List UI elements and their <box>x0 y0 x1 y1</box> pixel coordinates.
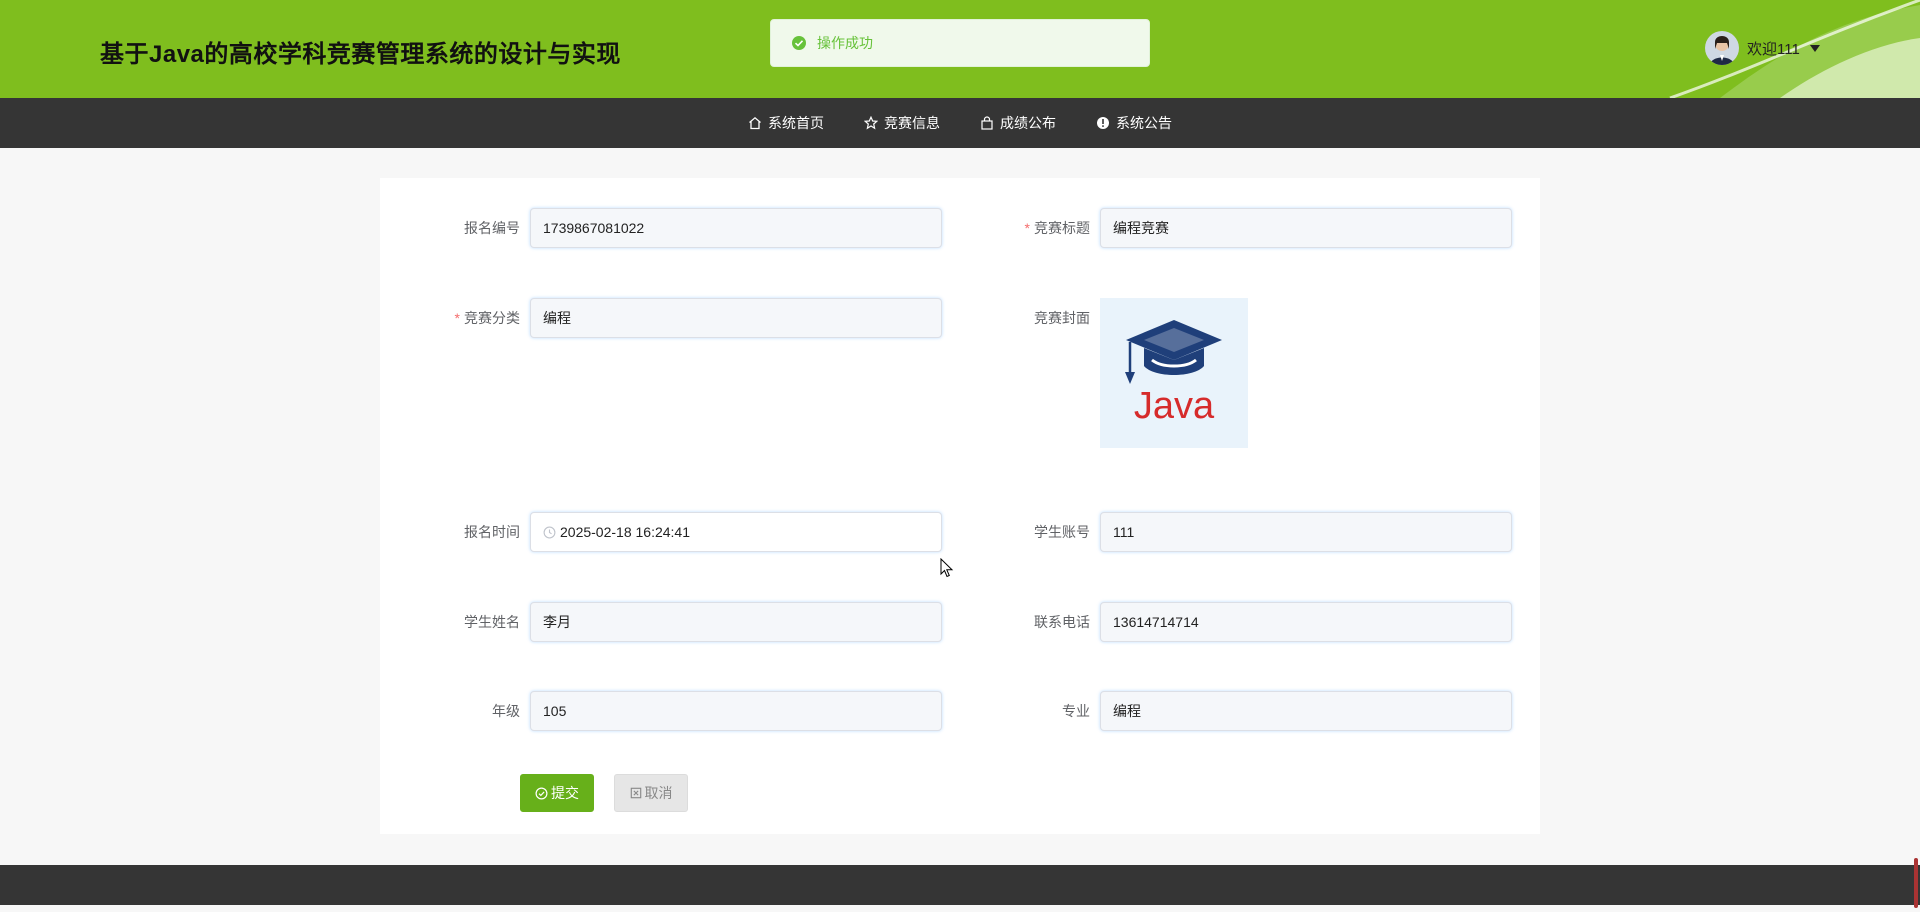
major-input[interactable]: 编程 <box>1100 691 1512 731</box>
category-label: * 竞赛分类 <box>454 310 520 326</box>
category-input[interactable]: 编程 <box>530 298 942 338</box>
check-circle-outline-icon <box>535 787 548 799</box>
scroll-indicator[interactable] <box>1914 858 1918 908</box>
welcome-text: 欢迎111 <box>1747 40 1800 58</box>
submit-button[interactable]: 提交 <box>520 774 594 812</box>
check-circle-icon <box>792 36 806 50</box>
site-title: 基于Java的高校学科竞赛管理系统的设计与实现 <box>100 41 621 68</box>
cover-image[interactable]: Java <box>1100 298 1248 448</box>
main-nav: 系统首页 竞赛信息 成绩公布 系统公告 <box>0 98 1920 148</box>
reg-no-label: 报名编号 <box>464 220 520 236</box>
nav-home[interactable]: 系统首页 <box>748 113 824 133</box>
mouse-cursor-icon <box>940 558 954 578</box>
nav-competitions[interactable]: 竞赛信息 <box>864 113 940 133</box>
reg-time-label: 报名时间 <box>464 524 520 540</box>
major-label: 专业 <box>1062 703 1090 719</box>
phone-input[interactable]: 13614714714 <box>1100 602 1512 642</box>
grade-label: 年级 <box>492 703 520 719</box>
title-input[interactable]: 编程竞赛 <box>1100 208 1512 248</box>
bag-icon <box>981 116 993 130</box>
reg-no-input[interactable]: 1739867081022 <box>530 208 942 248</box>
nav-competitions-label: 竞赛信息 <box>884 115 940 131</box>
nav-announcements-label: 系统公告 <box>1116 115 1172 131</box>
info-icon <box>1097 117 1109 129</box>
home-icon <box>749 116 761 130</box>
reg-time-picker[interactable]: 2025-02-18 16:24:41 <box>530 512 942 552</box>
page-footer <box>0 865 1920 905</box>
avatar <box>1705 31 1739 65</box>
account-label: 学生账号 <box>1034 524 1090 540</box>
phone-label: 联系电话 <box>1034 614 1090 630</box>
name-input[interactable]: 李月 <box>530 602 942 642</box>
nav-results-label: 成绩公布 <box>1000 115 1056 131</box>
nav-announcements[interactable]: 系统公告 <box>1096 113 1172 133</box>
caret-down-icon <box>1809 44 1820 52</box>
cover-label: 竞赛封面 <box>1034 310 1090 326</box>
registration-form: 报名编号 1739867081022 * 竞赛标题 编程竞赛 * 竞赛分类 编程 竞… <box>380 178 1540 834</box>
name-label: 学生姓名 <box>464 614 520 630</box>
nav-home-label: 系统首页 <box>768 115 824 131</box>
title-label: * 竞赛标题 <box>1024 220 1090 236</box>
submit-label: 提交 <box>551 785 579 801</box>
grade-input[interactable]: 105 <box>530 691 942 731</box>
close-square-icon <box>630 787 641 799</box>
cancel-label: 取消 <box>644 785 673 801</box>
account-input[interactable]: 111 <box>1100 512 1512 552</box>
star-icon <box>864 116 878 130</box>
toast-message: 操作成功 <box>817 35 873 51</box>
user-menu[interactable]: 欢迎111 <box>1705 31 1820 65</box>
cover-image-text: Java <box>1134 385 1215 427</box>
clock-icon <box>543 526 556 539</box>
nav-results[interactable]: 成绩公布 <box>980 113 1056 133</box>
success-toast: 操作成功 <box>770 19 1150 67</box>
cancel-button[interactable]: 取消 <box>614 774 688 812</box>
